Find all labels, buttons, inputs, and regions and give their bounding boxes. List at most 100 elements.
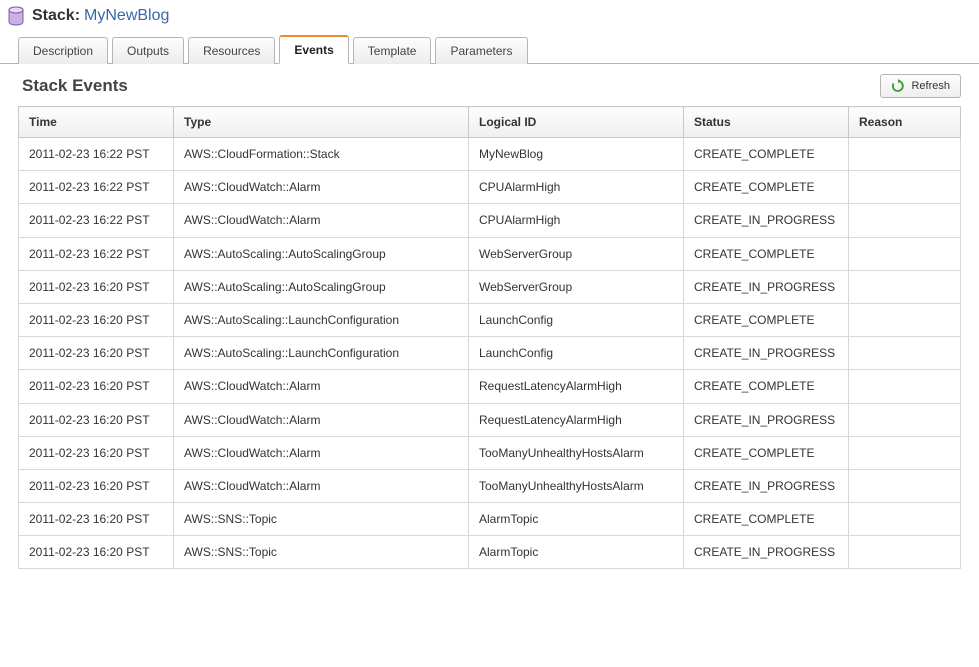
cell-status: CREATE_IN_PROGRESS	[684, 536, 849, 569]
stack-name: MyNewBlog	[84, 7, 169, 25]
cell-logical_id: TooManyUnhealthyHostsAlarm	[469, 469, 684, 502]
cell-status: CREATE_COMPLETE	[684, 370, 849, 403]
cell-status: CREATE_COMPLETE	[684, 436, 849, 469]
cell-time: 2011-02-23 16:20 PST	[19, 536, 174, 569]
table-row[interactable]: 2011-02-23 16:22 PSTAWS::AutoScaling::Au…	[19, 237, 961, 270]
cell-reason	[849, 337, 961, 370]
cell-time: 2011-02-23 16:22 PST	[19, 171, 174, 204]
cell-status: CREATE_IN_PROGRESS	[684, 403, 849, 436]
table-row[interactable]: 2011-02-23 16:20 PSTAWS::CloudWatch::Ala…	[19, 370, 961, 403]
cell-logical_id: CPUAlarmHigh	[469, 171, 684, 204]
col-logical-id[interactable]: Logical ID	[469, 107, 684, 138]
cell-logical_id: MyNewBlog	[469, 138, 684, 171]
table-row[interactable]: 2011-02-23 16:22 PSTAWS::CloudWatch::Ala…	[19, 171, 961, 204]
cell-reason	[849, 270, 961, 303]
cell-time: 2011-02-23 16:20 PST	[19, 303, 174, 336]
cell-status: CREATE_IN_PROGRESS	[684, 204, 849, 237]
table-header-row: Time Type Logical ID Status Reason	[19, 107, 961, 138]
col-time[interactable]: Time	[19, 107, 174, 138]
cell-reason	[849, 138, 961, 171]
cell-time: 2011-02-23 16:20 PST	[19, 337, 174, 370]
cell-reason	[849, 403, 961, 436]
table-row[interactable]: 2011-02-23 16:22 PSTAWS::CloudFormation:…	[19, 138, 961, 171]
table-row[interactable]: 2011-02-23 16:20 PSTAWS::AutoScaling::La…	[19, 303, 961, 336]
tab-resources[interactable]: Resources	[188, 37, 275, 64]
refresh-button[interactable]: Refresh	[880, 74, 961, 98]
cell-logical_id: AlarmTopic	[469, 536, 684, 569]
cell-status: CREATE_COMPLETE	[684, 303, 849, 336]
cell-reason	[849, 469, 961, 502]
cell-type: AWS::SNS::Topic	[174, 536, 469, 569]
cell-logical_id: TooManyUnhealthyHostsAlarm	[469, 436, 684, 469]
cell-type: AWS::CloudWatch::Alarm	[174, 436, 469, 469]
page-header: Stack: MyNewBlog	[0, 0, 979, 30]
cell-type: AWS::AutoScaling::AutoScalingGroup	[174, 270, 469, 303]
cell-status: CREATE_COMPLETE	[684, 171, 849, 204]
col-type[interactable]: Type	[174, 107, 469, 138]
cell-status: CREATE_COMPLETE	[684, 138, 849, 171]
cell-reason	[849, 436, 961, 469]
stack-icon	[8, 6, 24, 26]
stack-label: Stack:	[32, 7, 80, 25]
table-row[interactable]: 2011-02-23 16:20 PSTAWS::SNS::TopicAlarm…	[19, 503, 961, 536]
cell-time: 2011-02-23 16:20 PST	[19, 436, 174, 469]
cell-logical_id: AlarmTopic	[469, 503, 684, 536]
cell-logical_id: RequestLatencyAlarmHigh	[469, 370, 684, 403]
events-table-wrap: Time Type Logical ID Status Reason 2011-…	[0, 106, 979, 569]
cell-reason	[849, 536, 961, 569]
tab-parameters[interactable]: Parameters	[435, 37, 527, 64]
cell-logical_id: CPUAlarmHigh	[469, 204, 684, 237]
cell-type: AWS::AutoScaling::LaunchConfiguration	[174, 303, 469, 336]
cell-type: AWS::CloudWatch::Alarm	[174, 403, 469, 436]
cell-reason	[849, 503, 961, 536]
cell-status: CREATE_IN_PROGRESS	[684, 337, 849, 370]
tab-outputs[interactable]: Outputs	[112, 37, 184, 64]
cell-type: AWS::CloudWatch::Alarm	[174, 370, 469, 403]
col-status[interactable]: Status	[684, 107, 849, 138]
cell-time: 2011-02-23 16:20 PST	[19, 370, 174, 403]
cell-type: AWS::CloudWatch::Alarm	[174, 469, 469, 502]
cell-time: 2011-02-23 16:20 PST	[19, 270, 174, 303]
cell-status: CREATE_IN_PROGRESS	[684, 469, 849, 502]
cell-type: AWS::CloudWatch::Alarm	[174, 171, 469, 204]
cell-logical_id: LaunchConfig	[469, 337, 684, 370]
cell-logical_id: LaunchConfig	[469, 303, 684, 336]
cell-time: 2011-02-23 16:20 PST	[19, 503, 174, 536]
cell-type: AWS::SNS::Topic	[174, 503, 469, 536]
table-row[interactable]: 2011-02-23 16:20 PSTAWS::CloudWatch::Ala…	[19, 469, 961, 502]
cell-status: CREATE_IN_PROGRESS	[684, 270, 849, 303]
table-row[interactable]: 2011-02-23 16:20 PSTAWS::AutoScaling::La…	[19, 337, 961, 370]
events-table: Time Type Logical ID Status Reason 2011-…	[18, 106, 961, 569]
cell-reason	[849, 204, 961, 237]
refresh-icon	[891, 79, 905, 93]
section-title: Stack Events	[22, 76, 128, 96]
table-row[interactable]: 2011-02-23 16:20 PSTAWS::SNS::TopicAlarm…	[19, 536, 961, 569]
cell-reason	[849, 171, 961, 204]
cell-reason	[849, 237, 961, 270]
col-reason[interactable]: Reason	[849, 107, 961, 138]
tab-description[interactable]: Description	[18, 37, 108, 64]
cell-logical_id: WebServerGroup	[469, 237, 684, 270]
cell-logical_id: WebServerGroup	[469, 270, 684, 303]
refresh-label: Refresh	[911, 80, 950, 92]
cell-time: 2011-02-23 16:22 PST	[19, 237, 174, 270]
cell-type: AWS::AutoScaling::LaunchConfiguration	[174, 337, 469, 370]
tab-template[interactable]: Template	[353, 37, 432, 64]
cell-time: 2011-02-23 16:22 PST	[19, 204, 174, 237]
cell-logical_id: RequestLatencyAlarmHigh	[469, 403, 684, 436]
cell-time: 2011-02-23 16:20 PST	[19, 469, 174, 502]
tab-events[interactable]: Events	[279, 35, 348, 64]
table-row[interactable]: 2011-02-23 16:20 PSTAWS::CloudWatch::Ala…	[19, 436, 961, 469]
section-header: Stack Events Refresh	[0, 64, 979, 106]
table-row[interactable]: 2011-02-23 16:22 PSTAWS::CloudWatch::Ala…	[19, 204, 961, 237]
cell-type: AWS::CloudWatch::Alarm	[174, 204, 469, 237]
cell-type: AWS::CloudFormation::Stack	[174, 138, 469, 171]
cell-time: 2011-02-23 16:20 PST	[19, 403, 174, 436]
cell-reason	[849, 370, 961, 403]
cell-time: 2011-02-23 16:22 PST	[19, 138, 174, 171]
cell-type: AWS::AutoScaling::AutoScalingGroup	[174, 237, 469, 270]
table-row[interactable]: 2011-02-23 16:20 PSTAWS::AutoScaling::Au…	[19, 270, 961, 303]
table-row[interactable]: 2011-02-23 16:20 PSTAWS::CloudWatch::Ala…	[19, 403, 961, 436]
cell-status: CREATE_COMPLETE	[684, 237, 849, 270]
cell-status: CREATE_COMPLETE	[684, 503, 849, 536]
